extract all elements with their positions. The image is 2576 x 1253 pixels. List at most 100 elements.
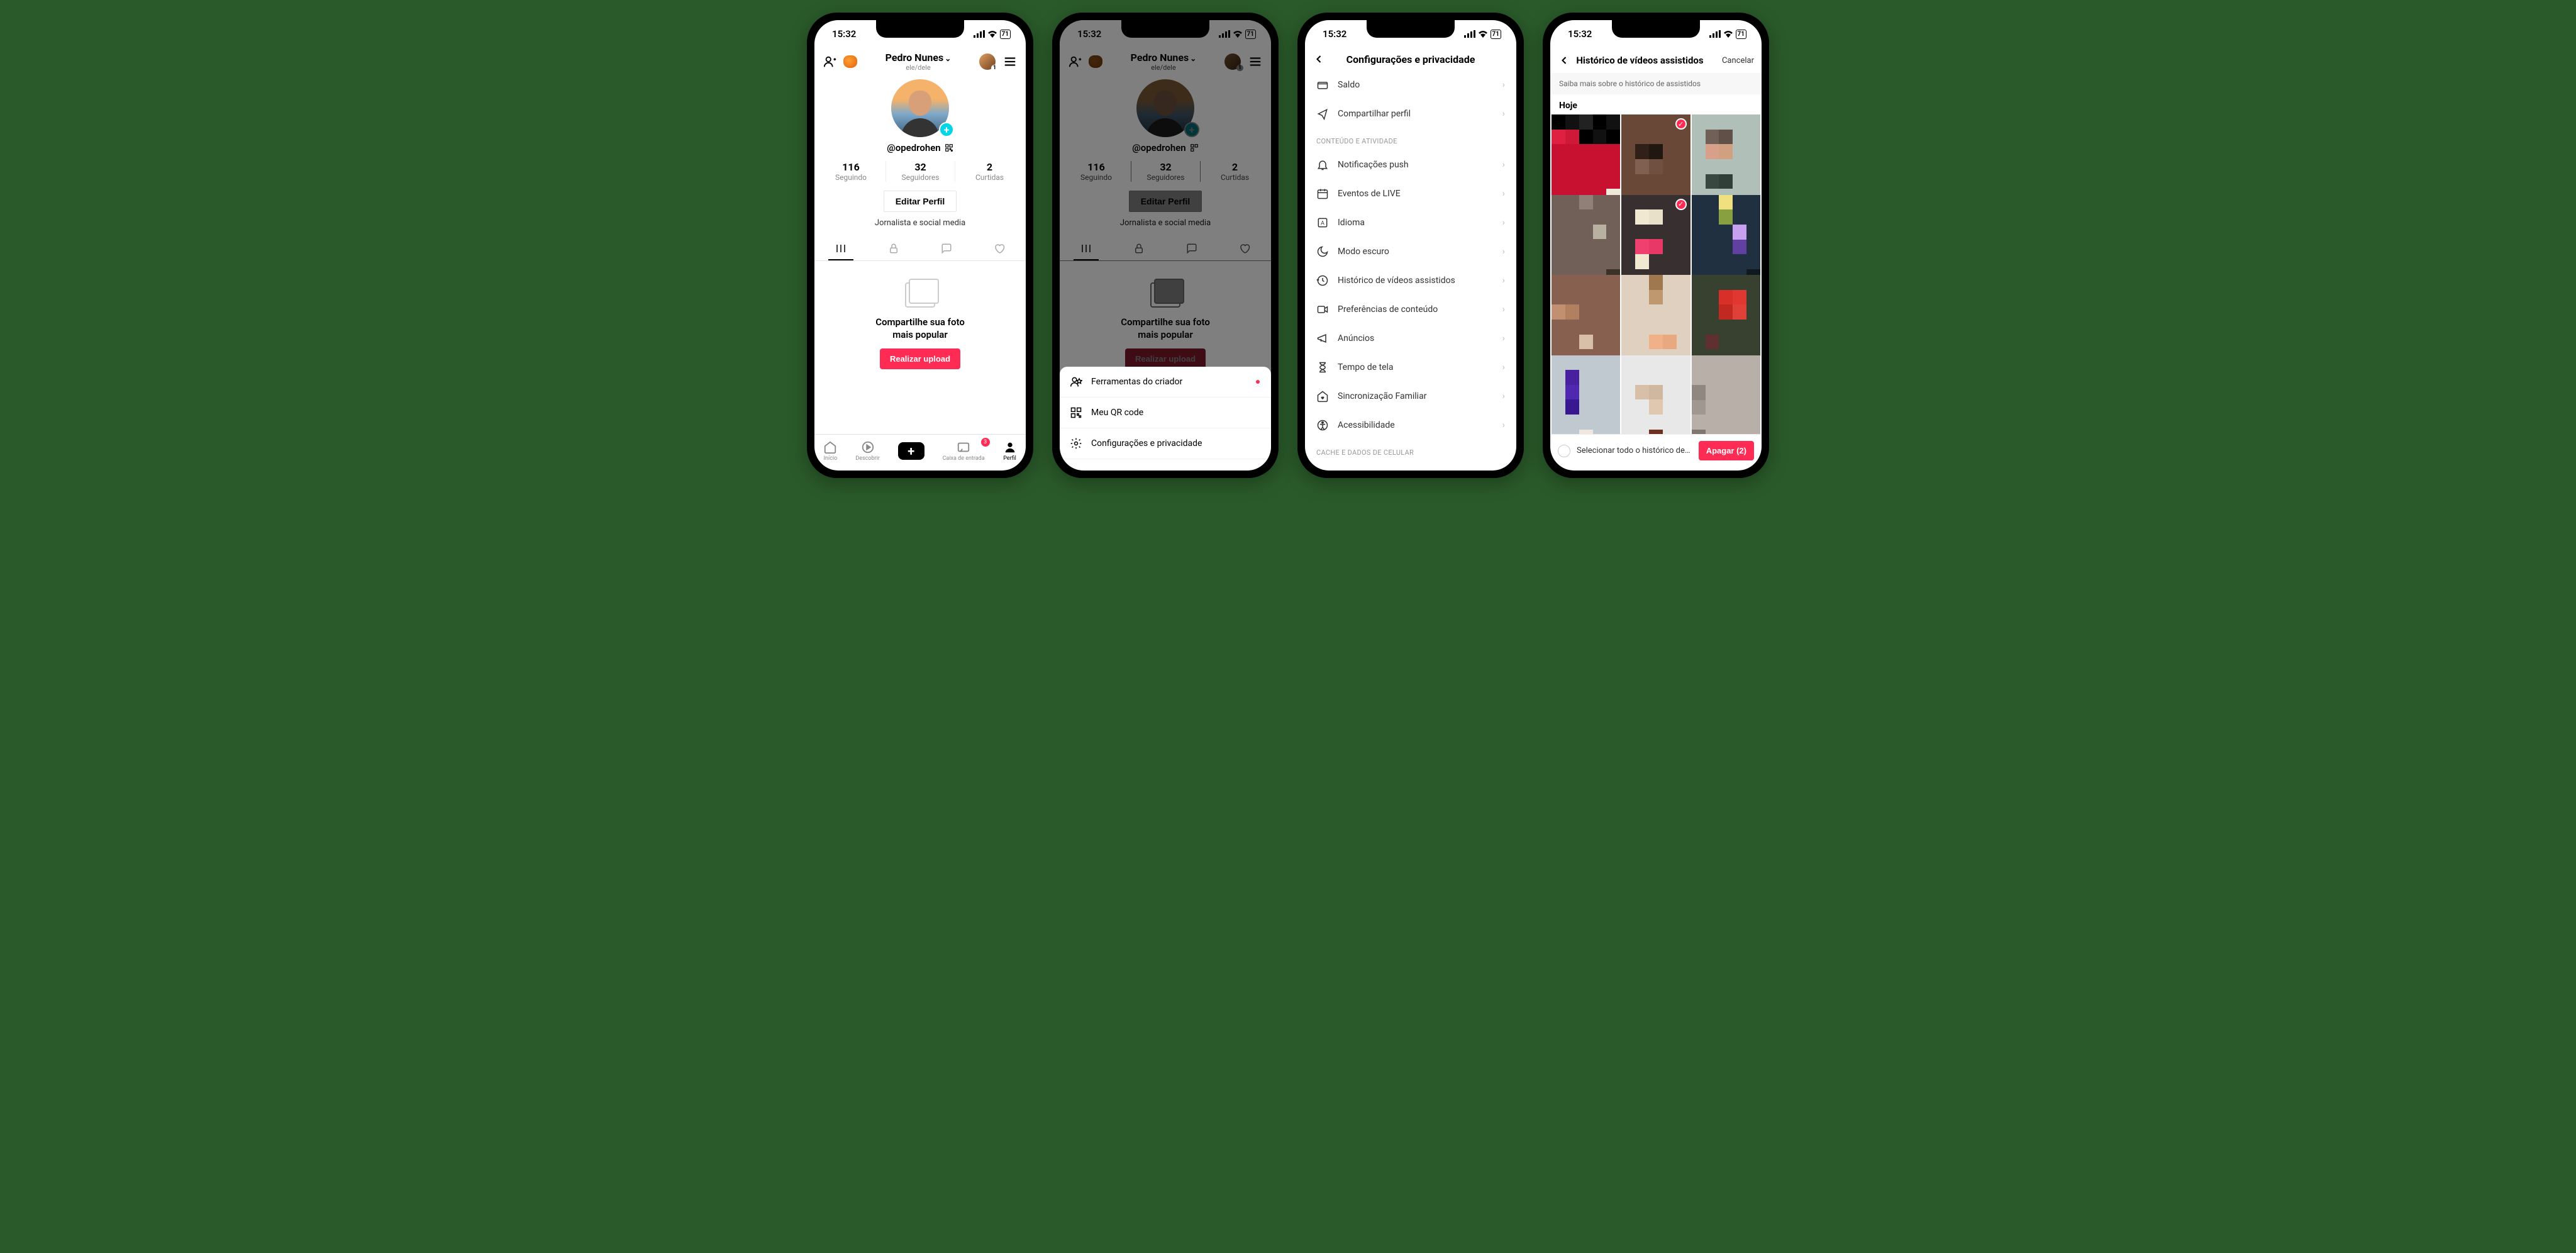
history-header: Histórico de vídeos assistidos Cancelar: [1550, 48, 1762, 73]
delete-button[interactable]: Apagar (2): [1699, 441, 1754, 460]
battery-icon: 71: [1000, 30, 1011, 39]
select-all-label[interactable]: Selecionar todo o histórico de assis...: [1577, 446, 1692, 455]
chevron-down-icon: ⌄: [945, 54, 951, 63]
notification-dot: [1256, 380, 1260, 384]
back-button[interactable]: [1313, 53, 1328, 65]
selected-checkmark-icon: [1675, 199, 1687, 210]
chevron-right-icon: ›: [1502, 420, 1505, 430]
chevron-right-icon: ›: [1502, 80, 1505, 90]
tab-liked[interactable]: [973, 237, 1026, 260]
megaphone-icon: [1316, 332, 1329, 345]
hourglass-icon: [1316, 361, 1329, 374]
battery-icon: 71: [1736, 30, 1746, 39]
edit-profile-button[interactable]: Editar Perfil: [884, 191, 957, 212]
pronouns: ele/dele: [886, 64, 952, 72]
username-row[interactable]: @opedrohen: [814, 142, 1026, 153]
bottom-sheet-overlay[interactable]: Ferramentas do criador Meu QR code Confi…: [1060, 20, 1271, 471]
settings-row-push[interactable]: Notificações push›: [1305, 150, 1516, 179]
hamburger-menu-icon[interactable]: [1003, 55, 1017, 69]
chevron-right-icon: ›: [1502, 247, 1505, 257]
chevron-right-icon: ›: [1502, 109, 1505, 119]
video-thumb[interactable]: [1692, 355, 1760, 435]
stat-likes[interactable]: 2 Curtidas: [955, 161, 1024, 182]
add-friend-icon[interactable]: [823, 55, 837, 69]
signal-icon: [974, 30, 985, 38]
wifi-icon: [1723, 30, 1733, 38]
info-banner[interactable]: Saiba mais sobre o histórico de assistid…: [1550, 73, 1762, 94]
chevron-right-icon: ›: [1502, 189, 1505, 199]
nav-profile[interactable]: Perfil: [1003, 440, 1017, 462]
tab-posts[interactable]: [814, 237, 867, 260]
phone-2-menu-sheet: 15:32 71 Pedro Nunes⌄ ele/dele 1: [1052, 13, 1279, 478]
share-icon: [1316, 108, 1329, 120]
status-time: 15:32: [832, 28, 856, 40]
settings-row-family-pairing[interactable]: Sincronização Familiar›: [1305, 382, 1516, 411]
history-footer: Selecionar todo o histórico de assis... …: [1550, 434, 1762, 471]
nav-create-button[interactable]: +: [898, 442, 924, 460]
settings-title: Configurações e privacidade: [1328, 53, 1494, 65]
battery-icon: 71: [1491, 30, 1501, 39]
settings-row-balance[interactable]: Saldo›: [1305, 70, 1516, 99]
bottom-sheet: Ferramentas do criador Meu QR code Confi…: [1060, 367, 1271, 471]
upload-button[interactable]: Realizar upload: [880, 348, 960, 369]
nav-home[interactable]: Início: [823, 440, 837, 462]
notch: [1367, 20, 1455, 38]
settings-row-accessibility[interactable]: Acessibilidade›: [1305, 411, 1516, 440]
moon-icon: [1316, 245, 1329, 258]
tab-reposts[interactable]: [920, 237, 973, 260]
settings-row-ads[interactable]: Anúncios›: [1305, 324, 1516, 353]
tab-locked[interactable]: [867, 237, 920, 260]
account-switch-avatar[interactable]: 1: [979, 53, 996, 70]
inbox-badge: 3: [981, 438, 990, 447]
video-thumb[interactable]: [1621, 355, 1690, 435]
chevron-right-icon: ›: [1502, 160, 1505, 170]
nav-discover[interactable]: Descobrir: [855, 440, 880, 462]
qr-small-icon: [945, 143, 953, 152]
qr-code-icon: [1070, 406, 1082, 419]
section-content-activity: CONTEÚDO E ATIVIDADE: [1305, 128, 1516, 150]
settings-row-content-prefs[interactable]: Preferências de conteúdo›: [1305, 295, 1516, 324]
pumpkin-icon[interactable]: [843, 55, 857, 68]
home-heart-icon: [1316, 390, 1329, 403]
account-dropdown[interactable]: Pedro Nunes⌄ ele/dele: [886, 52, 952, 72]
accessibility-icon: [1316, 419, 1329, 432]
notch: [876, 20, 964, 38]
sheet-item-settings[interactable]: Configurações e privacidade: [1060, 428, 1271, 459]
sheet-item-qr-code[interactable]: Meu QR code: [1060, 398, 1271, 428]
selected-checkmark-icon: [1675, 118, 1687, 130]
wallet-icon: [1316, 79, 1329, 91]
calendar-icon: [1316, 187, 1329, 200]
phone-3-settings: 15:32 71 Configurações e privacidade Sal…: [1297, 13, 1524, 478]
wifi-icon: [987, 30, 997, 38]
settings-row-screen-time[interactable]: Tempo de tela›: [1305, 353, 1516, 382]
nav-bar: Início Descobrir + 3 Caixa de entrada Pe…: [814, 434, 1026, 471]
creator-tools-icon: [1070, 376, 1082, 388]
profile-avatar[interactable]: +: [814, 79, 1026, 137]
nav-inbox[interactable]: 3 Caixa de entrada: [943, 440, 985, 462]
language-icon: A: [1316, 216, 1329, 229]
settings-row-language[interactable]: AIdioma›: [1305, 208, 1516, 237]
add-story-icon[interactable]: +: [939, 122, 954, 137]
date-section-today: Hoje: [1550, 94, 1762, 114]
chevron-right-icon: ›: [1502, 304, 1505, 315]
status-time: 15:32: [1568, 28, 1592, 40]
video-thumb[interactable]: [1552, 355, 1620, 435]
settings-row-dark-mode[interactable]: Modo escuro›: [1305, 237, 1516, 266]
stat-followers[interactable]: 32 Seguidores: [886, 161, 955, 182]
settings-row-share-profile[interactable]: Compartilhar perfil›: [1305, 99, 1516, 128]
empty-title: Compartilhe sua foto mais popular: [875, 316, 965, 341]
cancel-button[interactable]: Cancelar: [1722, 56, 1754, 65]
settings-row-watch-history[interactable]: Histórico de vídeos assistidos›: [1305, 266, 1516, 295]
stat-following[interactable]: 116 Seguindo: [816, 161, 886, 182]
gear-icon: [1070, 437, 1082, 450]
signal-icon: [1464, 30, 1475, 38]
settings-row-live-events[interactable]: Eventos de LIVE›: [1305, 179, 1516, 208]
chevron-right-icon: ›: [1502, 362, 1505, 372]
settings-header: Configurações e privacidade: [1305, 48, 1516, 70]
sheet-item-creator-tools[interactable]: Ferramentas do criador: [1060, 367, 1271, 398]
empty-photos-icon: [905, 282, 935, 308]
history-icon: [1316, 274, 1329, 287]
stats-row: 116 Seguindo 32 Seguidores 2 Curtidas: [814, 161, 1026, 182]
svg-text:A: A: [1321, 220, 1324, 226]
select-all-radio[interactable]: [1558, 445, 1570, 457]
